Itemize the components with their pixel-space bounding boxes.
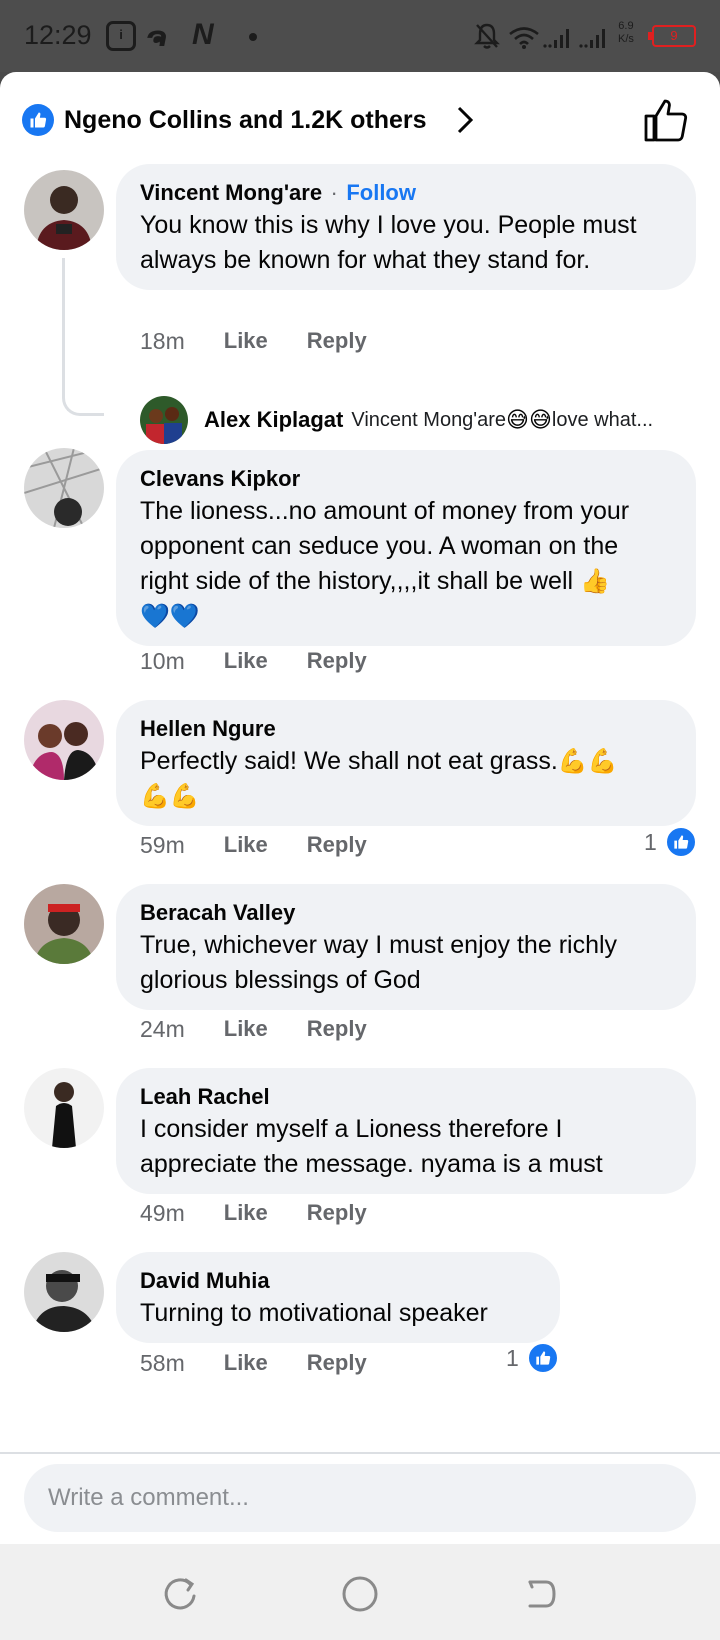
- comment-text: Turning to motivational speaker: [140, 1299, 488, 1327]
- comment-author[interactable]: Beracah Valley: [140, 898, 672, 928]
- reactions-summary[interactable]: Ngeno Collins and 1.2K others: [22, 100, 479, 140]
- comment-text-main: The lioness...no amount of money from yo…: [140, 497, 630, 595]
- comment-time: 58m: [140, 1350, 185, 1376]
- reply-button[interactable]: Reply: [307, 832, 367, 859]
- comment-text: You know this is why I love you. People …: [140, 211, 637, 274]
- battery-icon: 9: [648, 25, 696, 47]
- reply-author: Alex Kiplagat: [204, 407, 344, 432]
- network-speed: 6.9 K/s: [618, 20, 634, 46]
- reply-text-start: Vincent Mong'are: [351, 408, 507, 431]
- back-icon[interactable]: [520, 1574, 560, 1614]
- comment-text-main: Perfectly said! We shall not eat grass.: [140, 747, 558, 775]
- app-icon: ຈ: [146, 21, 167, 52]
- comment-actions: 58m Like Reply: [140, 1350, 406, 1377]
- comment-actions: 59m Like Reply: [140, 832, 406, 859]
- bell-off-icon: [474, 23, 500, 49]
- separator-dot: ·: [330, 180, 338, 205]
- thumbs-up-emoji: 👍: [580, 568, 610, 595]
- follow-button[interactable]: Follow: [346, 180, 416, 205]
- avatar[interactable]: [24, 1068, 104, 1148]
- signal-icon: [543, 29, 569, 48]
- comment-bubble: Vincent Mong'are · Follow You know this …: [116, 164, 696, 290]
- status-time: 12:29: [24, 20, 92, 50]
- notification-box-icon: i: [106, 21, 136, 51]
- comment-text: The lioness...no amount of money from yo…: [140, 494, 672, 599]
- like-button[interactable]: Like: [224, 1016, 268, 1043]
- comment-bubble: David Muhia Turning to motivational spea…: [116, 1252, 560, 1343]
- comments-sheet: Ngeno Collins and 1.2K others Vincent Mo…: [0, 72, 720, 1544]
- netflix-n-icon: N: [192, 18, 214, 51]
- avatar[interactable]: [24, 700, 104, 780]
- comment-time: 24m: [140, 1016, 185, 1042]
- comment-text-line-2: 💙💙: [140, 599, 672, 634]
- comment-bubble: Beracah Valley True, whichever way I mus…: [116, 884, 696, 1010]
- avatar[interactable]: [24, 1252, 104, 1332]
- home-icon[interactable]: [340, 1574, 380, 1614]
- comment-text-line-2: 💪💪: [140, 779, 672, 814]
- like-button[interactable]: Like: [224, 328, 268, 355]
- comment-time: 49m: [140, 1200, 185, 1226]
- comment-composer[interactable]: [24, 1464, 696, 1532]
- comment-bubble: Clevans Kipkor The lioness...no amount o…: [116, 450, 696, 646]
- composer-divider: [0, 1452, 720, 1454]
- comment-actions: 18m Like Reply: [140, 328, 406, 355]
- grin-sweat-emoji: 😅😅: [506, 407, 552, 432]
- comment-time: 59m: [140, 832, 185, 858]
- reply-button[interactable]: Reply: [307, 328, 367, 355]
- system-nav-bar: [0, 1544, 720, 1640]
- comment-author[interactable]: Hellen Ngure: [140, 714, 672, 744]
- like-button[interactable]: Like: [224, 1200, 268, 1227]
- reply-button[interactable]: Reply: [307, 1016, 367, 1043]
- speed-unit: K/s: [618, 33, 634, 45]
- like-icon: [526, 1342, 559, 1374]
- avatar[interactable]: [24, 448, 104, 528]
- comment-reaction-count[interactable]: 1: [644, 826, 697, 858]
- like-button[interactable]: Like: [224, 1350, 268, 1377]
- blue-heart-emoji: 💙💙: [140, 603, 200, 630]
- avatar[interactable]: [24, 884, 104, 964]
- reaction-count-value: 1: [644, 828, 657, 855]
- comment-input[interactable]: [24, 1464, 696, 1532]
- comment-actions: 49m Like Reply: [140, 1200, 406, 1227]
- like-button[interactable]: Like: [224, 648, 268, 675]
- comment-reaction-count[interactable]: 1: [506, 1342, 559, 1374]
- comment-actions: 10m Like Reply: [140, 648, 406, 675]
- flexed-biceps-emoji: 💪💪: [557, 748, 618, 775]
- reply-button[interactable]: Reply: [307, 1350, 367, 1377]
- comment-author[interactable]: Vincent Mong'are: [140, 180, 322, 205]
- reply-button[interactable]: Reply: [307, 648, 367, 675]
- reaction-count-value: 1: [506, 1344, 519, 1371]
- chevron-right-icon[interactable]: [451, 102, 479, 138]
- comment-text: True, whichever way I must enjoy the ric…: [140, 931, 618, 994]
- comment-author[interactable]: David Muhia: [140, 1266, 536, 1296]
- like-icon: [22, 104, 54, 136]
- comment-actions: 24m Like Reply: [140, 1016, 406, 1043]
- wifi-icon: [509, 27, 539, 49]
- dot-icon: [249, 33, 257, 41]
- thread-line: [62, 258, 104, 416]
- signal-icon: [579, 29, 605, 48]
- flexed-biceps-emoji: 💪💪: [140, 783, 200, 810]
- speed-value: 6.9: [618, 20, 634, 32]
- comment-bubble: Hellen Ngure Perfectly said! We shall no…: [116, 700, 696, 826]
- reply-button[interactable]: Reply: [307, 1200, 367, 1227]
- status-bar: 12:29 i ຈ N 6.9 K/s 9: [0, 0, 720, 72]
- reply-preview[interactable]: Alex Kiplagat Vincent Mong'are 😅😅 love w…: [140, 396, 653, 444]
- comment-bubble: Leah Rachel I consider myself a Lioness …: [116, 1068, 696, 1194]
- comment-time: 10m: [140, 648, 185, 674]
- comment-author[interactable]: Clevans Kipkor: [140, 464, 672, 494]
- avatar: [140, 396, 188, 444]
- avatar[interactable]: [24, 170, 104, 250]
- comment-author[interactable]: Leah Rachel: [140, 1082, 672, 1112]
- comment-text: I consider myself a Lioness therefore I …: [140, 1115, 603, 1178]
- like-icon: [664, 826, 697, 858]
- recent-apps-icon[interactable]: [160, 1574, 200, 1614]
- reactions-summary-text: Ngeno Collins and 1.2K others: [64, 105, 427, 134]
- comment-time: 18m: [140, 328, 185, 354]
- reply-text-end: love what...: [551, 408, 654, 431]
- comment-text: Perfectly said! We shall not eat grass.💪…: [140, 744, 672, 779]
- like-button[interactable]: Like: [224, 832, 268, 859]
- like-outline-icon[interactable]: [642, 96, 690, 144]
